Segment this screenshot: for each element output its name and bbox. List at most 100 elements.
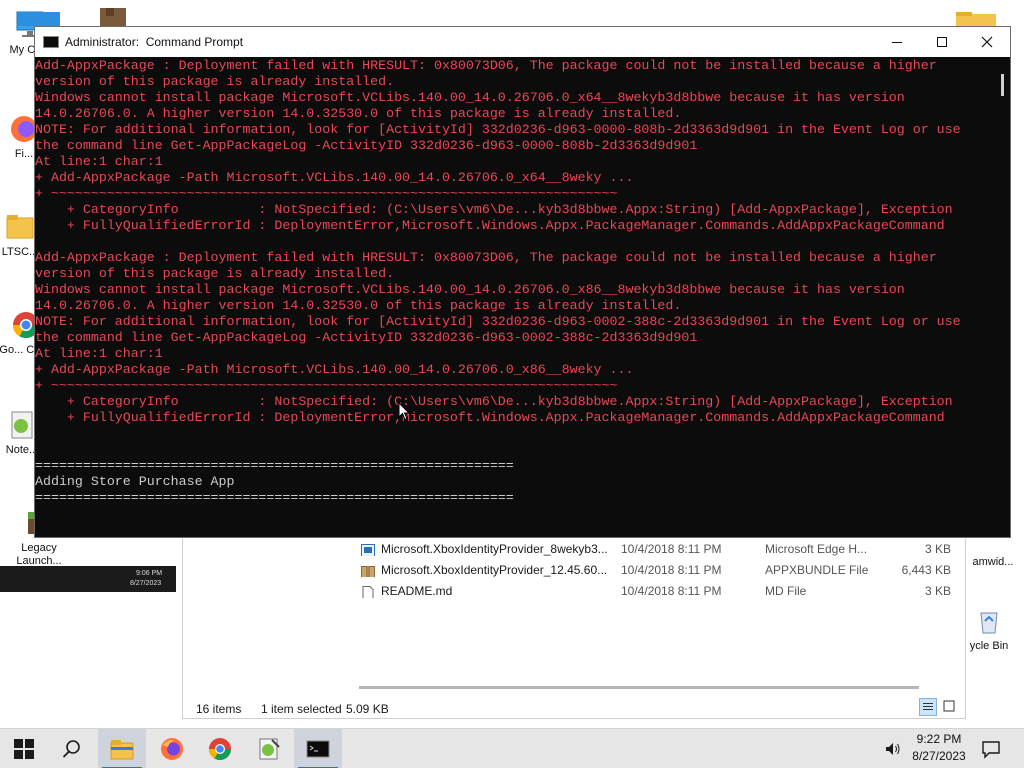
firefox-icon	[161, 738, 183, 760]
desktop-icon-label: amwid...	[972, 556, 1014, 568]
large-icons-view-icon	[943, 700, 955, 712]
file-type: APPXBUNDLE File	[765, 563, 869, 577]
screenshot-thumbnail: 9:06 PM 8/27/2023	[0, 566, 176, 592]
taskbar-file-explorer[interactable]	[98, 729, 146, 768]
console-line: ========================================…	[35, 490, 514, 505]
console-line: + FullyQualifiedErrorId : DeploymentErro…	[35, 218, 945, 233]
item-count: 16 items	[196, 702, 242, 716]
system-clock[interactable]: 9:22 PM 8/27/2023	[906, 731, 972, 765]
taskbar: 9:22 PM 8/27/2023	[0, 728, 1024, 768]
file-name: README.md	[381, 584, 453, 598]
console-line: Windows cannot install package Microsoft…	[35, 282, 905, 297]
minimize-icon	[892, 42, 902, 43]
search-button[interactable]	[48, 729, 96, 768]
maximize-icon	[937, 37, 947, 47]
console-line: the command line Get-AppPackageLog -Acti…	[35, 138, 698, 153]
close-button[interactable]	[964, 27, 1010, 57]
console-line: the command line Get-AppPackageLog -Acti…	[35, 330, 698, 345]
file-row[interactable]: Microsoft.XboxIdentityProvider_8wekyb3..…	[359, 539, 959, 560]
console-line: + CategoryInfo : NotSpecified: (C:\Users…	[35, 202, 953, 217]
minecraft-block-icon[interactable]	[98, 6, 128, 26]
selection-size: 5.09 KB	[346, 702, 389, 716]
console-line: At line:1 char:1	[35, 154, 163, 169]
console-line: + Add-AppxPackage -Path Microsoft.VCLibs…	[35, 362, 634, 377]
status-bar: 16 items 1 item selected 5.09 KB	[183, 699, 965, 719]
selection-count: 1 item selected	[261, 702, 342, 716]
large-icons-view-button[interactable]	[941, 698, 959, 716]
scrollbar-thumb[interactable]	[1001, 74, 1004, 96]
start-button[interactable]	[0, 729, 48, 768]
recycle-bin-desktop-icon[interactable]: ycle Bin	[958, 604, 1020, 653]
command-prompt-icon	[43, 36, 59, 48]
close-icon	[981, 36, 993, 48]
windows-logo-icon	[14, 739, 34, 759]
console-line: 14.0.26706.0. A higher version 14.0.3253…	[35, 106, 682, 121]
thumbnail-date: 8/27/2023	[130, 580, 162, 587]
clock-date: 8/27/2023	[912, 749, 966, 763]
command-prompt-window[interactable]: Administrator: Command Prompt Add-AppxPa…	[34, 26, 1011, 538]
console-line: Windows cannot install package Microsoft…	[35, 90, 905, 105]
console-line: + ~~~~~~~~~~~~~~~~~~~~~~~~~~~~~~~~~~~~~~…	[35, 186, 618, 201]
monitor-icon	[18, 12, 60, 26]
console-line: Add-AppxPackage : Deployment failed with…	[35, 250, 937, 265]
taskbar-chrome[interactable]	[196, 729, 244, 768]
taskbar-command-prompt[interactable]	[294, 729, 342, 768]
action-center-button[interactable]	[980, 739, 1002, 759]
file-date: 10/4/2018 8:11 PM	[621, 563, 722, 577]
console-line: NOTE: For additional information, look f…	[35, 122, 961, 137]
file-explorer-icon	[110, 740, 134, 760]
file-type: MD File	[765, 584, 807, 598]
clock-time: 9:22 PM	[916, 732, 962, 746]
console-line: Add-AppxPackage : Deployment failed with…	[35, 58, 937, 73]
console-output[interactable]: Add-AppxPackage : Deployment failed with…	[35, 58, 995, 537]
file-date: 10/4/2018 8:11 PM	[621, 584, 722, 598]
edge-html-file-icon	[361, 543, 375, 556]
file-size: 3 KB	[924, 542, 951, 556]
console-line: version of this package is already insta…	[35, 266, 395, 281]
minimize-button[interactable]	[874, 27, 920, 57]
folder-icon	[3, 210, 37, 244]
console-line: 14.0.26706.0. A higher version 14.0.3253…	[35, 298, 682, 313]
amwid-desktop-icon[interactable]: amwid...	[962, 556, 1024, 569]
thumbnail-time: 9:06 PM	[136, 570, 163, 577]
file-size: 6,443 KB	[901, 563, 951, 577]
notepad-plus-plus-icon	[259, 738, 280, 760]
file-size: 3 KB	[924, 584, 951, 598]
details-view-icon	[923, 703, 933, 710]
file-list: Microsoft.XboxIdentityProvider_8wekyb3..…	[359, 539, 959, 602]
file-row[interactable]: Microsoft.XboxIdentityProvider_12.45.60.…	[359, 560, 959, 581]
notification-icon	[982, 741, 1000, 759]
window-title: Administrator: Command Prompt	[65, 35, 244, 49]
file-name: Microsoft.XboxIdentityProvider_12.45.60.…	[381, 563, 608, 577]
maximize-button[interactable]	[919, 27, 965, 57]
file-type: Microsoft Edge H...	[765, 542, 868, 556]
recycle-bin-icon	[972, 604, 1006, 638]
console-line: version of this package is already insta…	[35, 74, 395, 89]
console-line: At line:1 char:1	[35, 346, 163, 361]
chrome-icon	[209, 738, 231, 760]
file-name: Microsoft.XboxIdentityProvider_8wekyb3..…	[381, 542, 608, 556]
console-line: NOTE: For additional information, look f…	[35, 314, 961, 329]
taskbar-firefox[interactable]	[148, 729, 196, 768]
desktop-icon-label: Legacy Launch...	[16, 542, 62, 567]
file-row[interactable]: README.md 10/4/2018 8:11 PM MD File 3 KB	[359, 581, 959, 602]
package-file-icon	[361, 564, 375, 577]
console-line: + ~~~~~~~~~~~~~~~~~~~~~~~~~~~~~~~~~~~~~~…	[35, 378, 618, 393]
console-line: + FullyQualifiedErrorId : DeploymentErro…	[35, 410, 945, 425]
taskbar-notepad-plus-plus[interactable]	[245, 729, 293, 768]
horizontal-scrollbar[interactable]	[359, 686, 919, 689]
console-line: ========================================…	[35, 458, 514, 473]
command-prompt-icon	[306, 740, 330, 758]
volume-icon[interactable]	[884, 741, 902, 757]
console-line: + Add-AppxPackage -Path Microsoft.VCLibs…	[35, 170, 634, 185]
details-view-button[interactable]	[919, 698, 937, 716]
vertical-scrollbar[interactable]	[995, 58, 1010, 537]
title-bar[interactable]: Administrator: Command Prompt	[35, 27, 1010, 57]
desktop-icon-label: ycle Bin	[969, 640, 1009, 652]
text-file-icon	[361, 585, 375, 598]
file-date: 10/4/2018 8:11 PM	[621, 542, 722, 556]
console-line: Adding Store Purchase App	[35, 474, 235, 489]
